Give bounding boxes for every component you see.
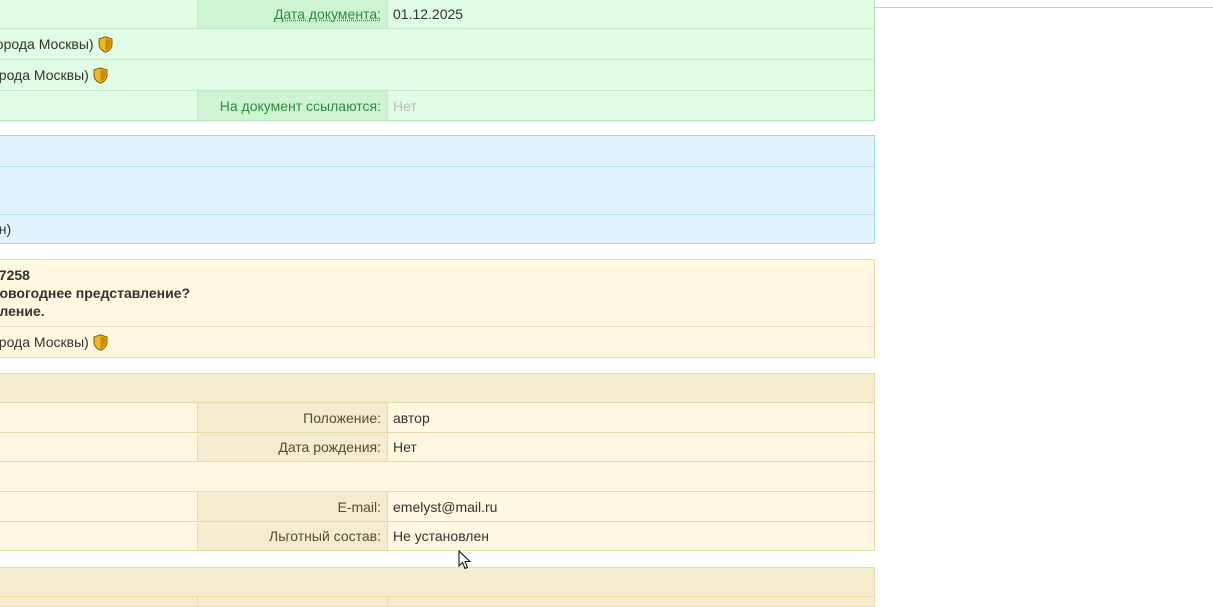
shield-icon[interactable] (93, 66, 108, 84)
org-text: орода Москвы) (0, 67, 89, 83)
org-text: города Москвы) (0, 36, 94, 52)
document-refs-row: На документ ссылаются: Нет (0, 90, 874, 120)
author-birthdate-label: Дата рождения: (197, 433, 387, 461)
question-panel: 57258 новогоднее представление? вление. … (0, 259, 875, 358)
document-date-label: Дата документа: (197, 0, 387, 28)
author-position-row: Положение: автор (0, 402, 874, 432)
document-org-text-2: орода Москвы) (0, 60, 108, 90)
question-org-row: орода Москвы) (0, 326, 874, 357)
author-benefit-label: Льготный состав: (197, 522, 387, 550)
executor-row-2 (0, 166, 874, 214)
question-line-3: вление. (0, 303, 45, 319)
shield-icon[interactable] (98, 35, 113, 53)
author-birthdate-row: Дата рождения: Нет (0, 432, 874, 461)
document-date-label-text: Дата документа: (273, 6, 381, 22)
author-panel: Положение: автор Дата рождения: Нет E-ma… (0, 373, 875, 551)
org-text: орода Москвы) (0, 334, 89, 350)
author-position-value: автор (387, 403, 874, 432)
document-org-row-2: орода Москвы) (0, 59, 874, 90)
question-org-text: орода Москвы) (0, 327, 108, 357)
author-benefit-row: Льготный состав: Не установлен (0, 521, 874, 550)
next-panel-divider (0, 596, 874, 597)
question-text-row: 57258 новогоднее представление? вление. (0, 260, 874, 326)
author-blank-row (0, 461, 874, 491)
shield-icon[interactable] (93, 333, 108, 351)
executor-row-1 (0, 136, 874, 166)
author-email-row: E-mail: emelyst@mail.ru (0, 491, 874, 521)
document-date-value: 01.12.2025 (387, 0, 874, 28)
question-line-2: новогоднее представление? (0, 285, 191, 301)
next-panel-header (0, 567, 875, 607)
document-refs-label: На документ ссылаются: (197, 91, 387, 120)
executor-text: ан) (0, 221, 12, 237)
document-org-text-1: города Москвы) (0, 29, 113, 59)
author-birthdate-value: Нет (387, 433, 874, 461)
author-position-label: Положение: (197, 403, 387, 432)
author-benefit-value: Не установлен (387, 522, 874, 550)
question-text: 57258 новогоднее представление? вление. (0, 260, 190, 320)
author-email-value[interactable]: emelyst@mail.ru (387, 492, 874, 521)
executor-panel: ан) (0, 135, 875, 244)
document-org-row-1: города Москвы) (0, 28, 874, 59)
document-info-panel: Дата документа: 01.12.2025 города Москвы… (0, 0, 875, 121)
document-date-row: Дата документа: 01.12.2025 (0, 0, 874, 28)
mouse-cursor-icon (458, 550, 472, 570)
author-email-label: E-mail: (197, 492, 387, 521)
next-panel-col-divider-1 (197, 596, 198, 606)
author-panel-header (0, 374, 874, 402)
executor-row-3: ан) (0, 214, 874, 243)
question-line-1: 57258 (0, 267, 30, 283)
document-refs-value: Нет (387, 91, 874, 120)
next-panel-col-divider-2 (387, 596, 388, 606)
